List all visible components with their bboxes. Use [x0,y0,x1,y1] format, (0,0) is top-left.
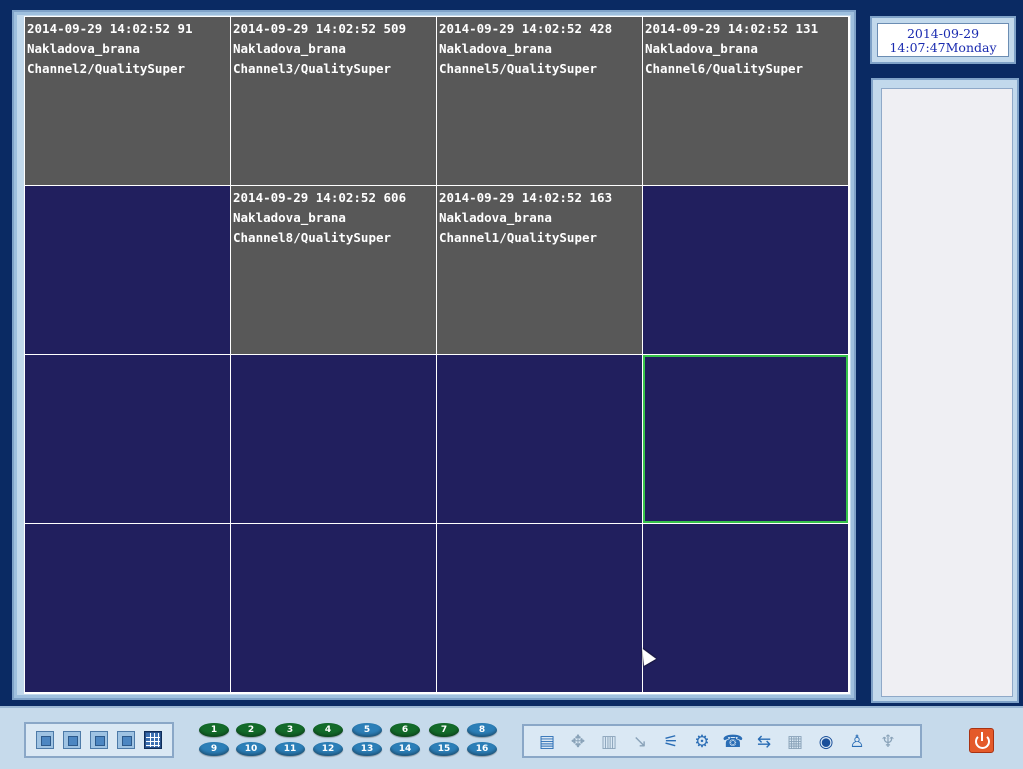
channel-button-16[interactable]: 16 [467,742,497,756]
video-tile[interactable] [643,524,848,692]
channel-button-15[interactable]: 15 [429,742,459,756]
osd-timestamp: 2014-09-29 14:02:52 163 [439,190,613,205]
layout-16-icon[interactable] [143,731,162,749]
channel-button-6[interactable]: 6 [390,723,420,737]
video-tile[interactable] [231,524,436,692]
tools-toolbar: ▤ ✥ ▥ ↘ ⚟ ⚙ ☎ ⇆ ▦ ◉ ♙ ♆ [522,724,922,758]
record-icon[interactable]: ▥ [598,732,620,752]
layout-9-icon[interactable] [116,731,135,749]
video-osd: 2014-09-29 14:02:52 428 Nakladova_brana Ch… [439,19,612,79]
usb-icon[interactable]: ⇆ [753,732,775,752]
video-tile[interactable] [25,186,230,354]
channel-button-2[interactable]: 2 [236,723,266,737]
osd-channel-label: Channel5/QualitySuper [439,61,598,76]
layout-4-icon[interactable] [63,731,82,749]
channel-button-4[interactable]: 4 [313,723,343,737]
osd-site-name: Nakladova_brana [27,41,140,56]
video-osd: 2014-09-29 14:02:52 131 Nakladova_brana Ch… [645,19,818,79]
channel-button-12[interactable]: 12 [313,742,343,756]
video-tile[interactable] [25,355,230,523]
device-list-icon[interactable]: ▤ [536,732,558,752]
video-tile[interactable] [643,355,848,523]
globe-icon[interactable]: ◉ [815,732,837,752]
channel-button-8[interactable]: 8 [467,723,497,737]
osd-timestamp: 2014-09-29 14:02:52 509 [233,21,407,36]
alarm-icon[interactable]: ☎ [722,732,744,752]
osd-timestamp: 2014-09-29 14:02:52 91 [27,21,193,36]
clock-display: 2014-09-29 14:07:47Monday [877,23,1009,57]
clock-panel: 2014-09-29 14:07:47Monday [870,16,1016,64]
video-osd: 2014-09-29 14:02:52 509 Nakladova_brana Ch… [233,19,406,79]
network-icon[interactable]: ⚟ [660,732,682,752]
channel-button-13[interactable]: 13 [352,742,382,756]
osd-timestamp: 2014-09-29 14:02:52 606 [233,190,407,205]
channel-button-9[interactable]: 9 [199,742,229,756]
osd-site-name: Nakladova_brana [439,210,552,225]
settings-icon[interactable]: ⚙ [691,732,713,752]
layout-1-icon[interactable] [36,731,55,749]
osd-channel-label: Channel1/QualitySuper [439,230,598,245]
video-osd: 2014-09-29 14:02:52 606 Nakladova_brana Ch… [233,188,406,248]
video-tile[interactable]: 2014-09-29 14:02:52 91 Nakladova_brana Cha… [25,17,230,185]
bottom-toolbar: 1 2 3 4 5 6 7 8 9 10 11 12 13 14 15 16 ▤ ✥ ▥ ↘ ⚟ ⚙ ☎ ⇆ ▦ ◉ ♙ ♆ [0,706,1023,769]
osd-site-name: Nakladova_brana [439,41,552,56]
osd-channel-label: Channel6/QualitySuper [645,61,804,76]
osd-channel-label: Channel2/QualitySuper [27,61,186,76]
video-tile[interactable] [437,355,642,523]
log-icon[interactable]: ▦ [784,732,806,752]
users-icon[interactable]: ♙ [846,732,868,752]
channel-button-11[interactable]: 11 [275,742,305,756]
channel-button-5[interactable]: 5 [352,723,382,737]
microphone-icon[interactable]: ♆ [877,732,899,752]
side-panel [871,78,1019,703]
osd-site-name: Nakladova_brana [645,41,758,56]
channel-button-7[interactable]: 7 [429,723,459,737]
channel-button-1[interactable]: 1 [199,723,229,737]
side-panel-list[interactable] [881,88,1013,697]
video-osd: 2014-09-29 14:02:52 163 Nakladova_brana Ch… [439,188,612,248]
video-tile[interactable]: 2014-09-29 14:02:52 163 Nakladova_brana Ch… [437,186,642,354]
video-tile[interactable]: 2014-09-29 14:02:52 428 Nakladova_brana Ch… [437,17,642,185]
power-icon[interactable] [969,728,994,753]
video-tile[interactable] [25,524,230,692]
osd-site-name: Nakladova_brana [233,210,346,225]
channel-button-14[interactable]: 14 [390,742,420,756]
video-tile[interactable] [437,524,642,692]
channel-button-3[interactable]: 3 [275,723,305,737]
ptz-icon[interactable]: ✥ [567,732,589,752]
video-tile[interactable] [231,355,436,523]
layout-6-icon[interactable] [89,731,108,749]
osd-site-name: Nakladova_brana [233,41,346,56]
video-tile[interactable] [643,186,848,354]
video-tile[interactable]: 2014-09-29 14:02:52 131 Nakladova_brana Ch… [643,17,848,185]
video-osd: 2014-09-29 14:02:52 91 Nakladova_brana Cha… [27,19,193,79]
clock-date: 2014-09-29 [906,26,980,41]
playback-icon[interactable]: ↘ [629,732,651,752]
video-tile[interactable]: 2014-09-29 14:02:52 606 Nakladova_brana Ch… [231,186,436,354]
layout-selector [24,722,174,758]
channel-button-10[interactable]: 10 [236,742,266,756]
osd-timestamp: 2014-09-29 14:02:52 131 [645,21,819,36]
video-grid: 2014-09-29 14:02:52 91 Nakladova_brana Cha… [24,16,850,694]
osd-channel-label: Channel8/QualitySuper [233,230,392,245]
osd-timestamp: 2014-09-29 14:02:52 428 [439,21,613,36]
osd-channel-label: Channel3/QualitySuper [233,61,392,76]
video-tile[interactable]: 2014-09-29 14:02:52 509 Nakladova_brana Ch… [231,17,436,185]
clock-time-day: 14:07:47Monday [889,40,997,55]
